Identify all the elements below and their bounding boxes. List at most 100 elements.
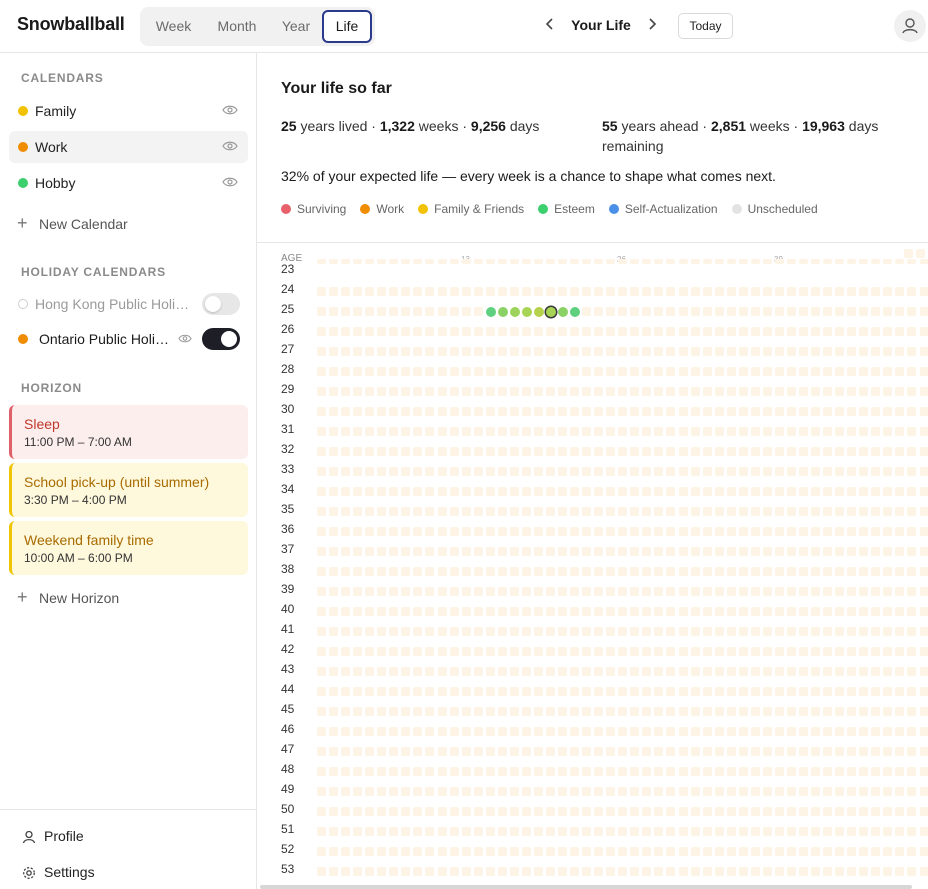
week-cell[interactable] — [413, 587, 423, 596]
week-cell[interactable] — [642, 767, 652, 776]
week-cell[interactable] — [558, 427, 567, 436]
week-cell[interactable] — [630, 487, 640, 496]
week-cell[interactable] — [365, 367, 375, 376]
week-cell[interactable] — [762, 607, 772, 616]
week-cell[interactable] — [678, 587, 688, 596]
week-cell[interactable] — [389, 427, 399, 436]
week-cell[interactable] — [714, 487, 724, 496]
week-cell[interactable] — [449, 727, 459, 736]
week-cell[interactable] — [558, 527, 567, 536]
week-cell[interactable] — [750, 407, 760, 416]
week-cell[interactable] — [449, 847, 459, 856]
week-cell[interactable] — [461, 287, 471, 296]
week-cell[interactable] — [389, 787, 399, 796]
week-cell[interactable] — [377, 507, 387, 516]
week-cell[interactable] — [594, 727, 604, 736]
week-cell[interactable] — [811, 867, 821, 876]
week-cell[interactable] — [690, 387, 700, 396]
week-cell[interactable] — [497, 767, 507, 776]
week-cell[interactable] — [317, 387, 326, 396]
week-cell[interactable] — [317, 367, 326, 376]
week-cell[interactable] — [774, 767, 784, 776]
week-cell[interactable] — [606, 527, 616, 536]
week-cell[interactable] — [594, 567, 604, 576]
week-cell[interactable] — [377, 827, 387, 836]
week-cell[interactable] — [642, 367, 652, 376]
week-cell[interactable] — [353, 427, 363, 436]
week-cell[interactable] — [594, 467, 604, 476]
week-cell[interactable] — [895, 527, 905, 536]
week-cell[interactable] — [702, 587, 712, 596]
week-cell[interactable] — [726, 547, 736, 556]
week-cell[interactable] — [883, 527, 893, 536]
week-cell[interactable] — [497, 827, 507, 836]
week-cell[interactable] — [449, 487, 459, 496]
week-cell[interactable] — [654, 647, 664, 656]
week-cell[interactable] — [413, 667, 423, 676]
week-cell[interactable] — [497, 259, 507, 264]
week-cell[interactable] — [690, 547, 700, 556]
week-cell[interactable] — [786, 707, 796, 716]
week-cell[interactable] — [690, 767, 700, 776]
week-cell[interactable] — [774, 587, 784, 596]
week-cell[interactable] — [425, 747, 435, 756]
week-cell[interactable] — [762, 527, 772, 536]
week-cell[interactable] — [461, 387, 471, 396]
week-cell[interactable] — [799, 747, 808, 756]
week-cell[interactable] — [678, 667, 688, 676]
week-cell[interactable] — [690, 507, 700, 516]
week-cell[interactable] — [570, 867, 580, 876]
week-cell[interactable] — [533, 367, 543, 376]
week-cell[interactable] — [907, 527, 917, 536]
week-cell[interactable] — [630, 807, 640, 816]
week-cell[interactable] — [521, 427, 531, 436]
week-cell[interactable] — [497, 407, 507, 416]
week-cell[interactable] — [606, 547, 616, 556]
week-cell[interactable] — [726, 327, 736, 336]
week-cell[interactable] — [871, 427, 881, 436]
week-cell[interactable] — [353, 487, 363, 496]
week-cell[interactable] — [811, 587, 821, 596]
week-cell[interactable] — [702, 447, 712, 456]
week-cell[interactable] — [485, 787, 495, 796]
week-cell[interactable] — [823, 447, 833, 456]
week-cell[interactable] — [630, 707, 640, 716]
week-cell[interactable] — [690, 807, 700, 816]
week-cell[interactable] — [907, 687, 917, 696]
week-cell[interactable] — [811, 467, 821, 476]
week-cell[interactable] — [907, 507, 917, 516]
week-cell[interactable] — [642, 327, 652, 336]
week-cell[interactable] — [811, 847, 821, 856]
week-cell[interactable] — [353, 807, 363, 816]
week-cell[interactable] — [425, 627, 435, 636]
week-cell[interactable] — [678, 347, 688, 356]
week-cell[interactable] — [895, 367, 905, 376]
week-cell[interactable] — [823, 367, 833, 376]
week-cell[interactable] — [413, 847, 423, 856]
week-cell[interactable] — [558, 387, 567, 396]
week-cell[interactable] — [341, 487, 351, 496]
week-cell[interactable] — [618, 327, 628, 336]
week-cell[interactable] — [618, 347, 628, 356]
week-cell[interactable] — [570, 687, 580, 696]
week-cell[interactable] — [823, 387, 833, 396]
week-cell[interactable] — [558, 827, 567, 836]
week-cell[interactable] — [389, 587, 399, 596]
week-cell[interactable] — [545, 767, 555, 776]
week-cell[interactable] — [449, 687, 459, 696]
week-cell[interactable] — [533, 287, 543, 296]
week-cell[interactable] — [883, 647, 893, 656]
week-cell[interactable] — [750, 347, 760, 356]
week-cell[interactable] — [738, 427, 748, 436]
week-cell[interactable] — [690, 727, 700, 736]
week-cell[interactable] — [762, 347, 772, 356]
week-cell[interactable] — [329, 627, 339, 636]
week-cell[interactable] — [654, 727, 664, 736]
week-cell[interactable] — [521, 627, 531, 636]
week-cell[interactable] — [389, 307, 399, 316]
week-cell[interactable] — [437, 507, 447, 516]
week-cell[interactable] — [666, 387, 676, 396]
week-cell[interactable] — [425, 347, 435, 356]
week-cell[interactable] — [859, 287, 869, 296]
week-cell[interactable] — [473, 827, 483, 836]
